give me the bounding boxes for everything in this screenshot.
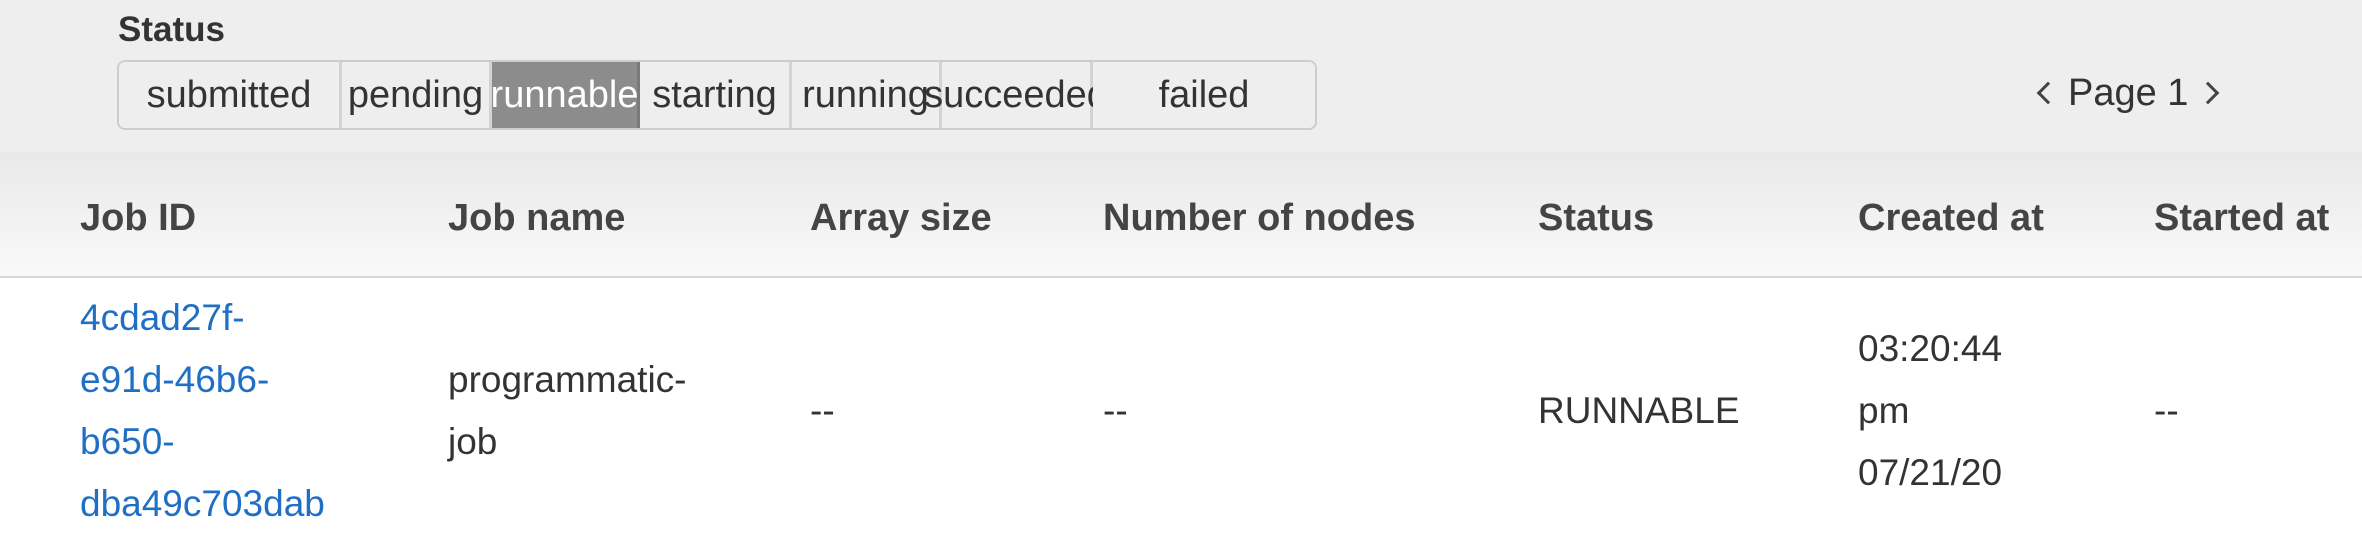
status-filter-submitted[interactable]: submitted (119, 62, 342, 128)
status-filter-failed[interactable]: failed (1093, 62, 1315, 128)
created-at-cell: 03:20:44 pm 07/21/20 (1858, 318, 2002, 504)
status-filter-label: Status (118, 10, 225, 49)
created-at-line: pm (1858, 390, 1910, 431)
column-header-created-at[interactable]: Created at (1858, 196, 2044, 240)
status-cell: RUNNABLE (1538, 390, 1740, 431)
column-header-array-size[interactable]: Array size (810, 196, 992, 240)
table-header: Job ID Job name Array size Number of nod… (0, 152, 2362, 278)
job-id-line: b650- (80, 421, 175, 462)
job-id-line: e91d-46b6- (80, 359, 270, 400)
job-name-line: job (448, 421, 498, 462)
table-row: 4cdad27f- e91d-46b6- b650- dba49c703dab … (0, 278, 2362, 554)
column-header-status[interactable]: Status (1538, 196, 1654, 240)
pagination: Page 1 (2024, 68, 2232, 118)
column-header-number-of-nodes[interactable]: Number of nodes (1103, 196, 1415, 240)
page-indicator: Page 1 (2068, 71, 2189, 114)
status-filter-running[interactable]: running (792, 62, 942, 128)
job-id-line: dba49c703dab (80, 483, 325, 524)
array-size-cell: -- (810, 390, 835, 431)
status-filter-group: submitted pending runnable starting runn… (117, 60, 1317, 130)
status-filter-runnable[interactable]: runnable (491, 62, 640, 128)
job-id-link[interactable]: 4cdad27f- e91d-46b6- b650- dba49c703dab (80, 287, 325, 535)
chevron-right-icon[interactable] (2192, 73, 2232, 113)
status-filter-pending[interactable]: pending (342, 62, 492, 128)
column-header-job-name[interactable]: Job name (448, 196, 625, 240)
job-name-cell: programmatic- job (448, 349, 687, 473)
status-filter-area: Status submitted pending runnable starti… (0, 0, 2362, 152)
number-of-nodes-cell: -- (1103, 390, 1128, 431)
status-filter-starting[interactable]: starting (640, 62, 792, 128)
status-filter-succeeded[interactable]: succeeded (924, 62, 1108, 128)
column-header-job-id[interactable]: Job ID (80, 196, 196, 240)
created-at-line: 03:20:44 (1858, 328, 2003, 369)
job-id-line: 4cdad27f- (80, 297, 245, 338)
chevron-left-icon[interactable] (2024, 73, 2064, 113)
created-at-line: 07/21/20 (1858, 452, 2003, 493)
job-name-line: programmatic- (448, 359, 687, 400)
column-header-started-at[interactable]: Started at (2154, 196, 2329, 240)
started-at-cell: -- (2154, 390, 2179, 431)
